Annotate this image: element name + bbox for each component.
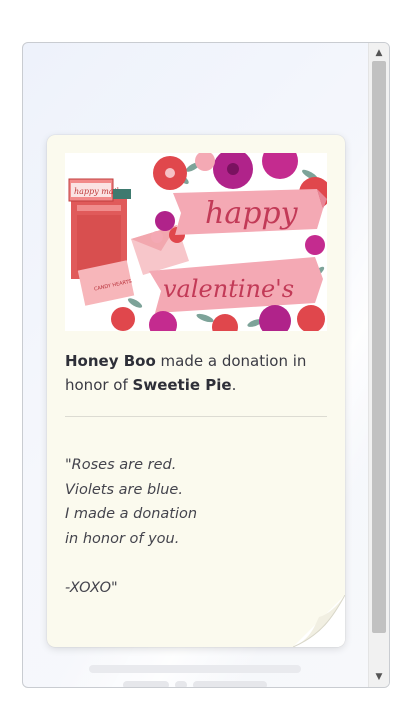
page-curl-corner <box>293 595 345 647</box>
triangle-down-icon[interactable]: ▼ <box>369 669 389 685</box>
donation-text-mid: made a donation in <box>155 352 307 370</box>
card-preview-window: happy mail CANDY HEARTS happy valentine'… <box>22 42 390 688</box>
valentine-card-image: happy mail CANDY HEARTS happy valentine'… <box>65 153 327 331</box>
banner-text-valentines: valentine's <box>163 275 294 303</box>
scrollbar-thumb[interactable] <box>372 61 386 633</box>
mailbox-label: happy mail <box>74 187 119 196</box>
donor-name: Honey Boo <box>65 352 156 370</box>
honoree-name: Sweetie Pie <box>132 376 232 394</box>
footer-placeholder-bar <box>89 665 301 673</box>
banner-text-happy: happy <box>205 196 299 231</box>
poem-message: "Roses are red. Violets are blue. I made… <box>65 457 198 596</box>
banner-happy: happy <box>173 189 327 235</box>
footer-placeholder-dots <box>123 681 269 687</box>
divider <box>65 416 327 417</box>
donation-text-prefix: honor of <box>65 376 133 394</box>
vertical-scrollbar[interactable]: ▲ ▼ <box>368 43 389 687</box>
triangle-up-icon[interactable]: ▲ <box>369 45 389 61</box>
donation-text-end: . <box>231 376 237 394</box>
donation-message: Honey Boo made a donation in honor of Sw… <box>65 349 327 397</box>
ecard: happy mail CANDY HEARTS happy valentine'… <box>47 135 345 647</box>
